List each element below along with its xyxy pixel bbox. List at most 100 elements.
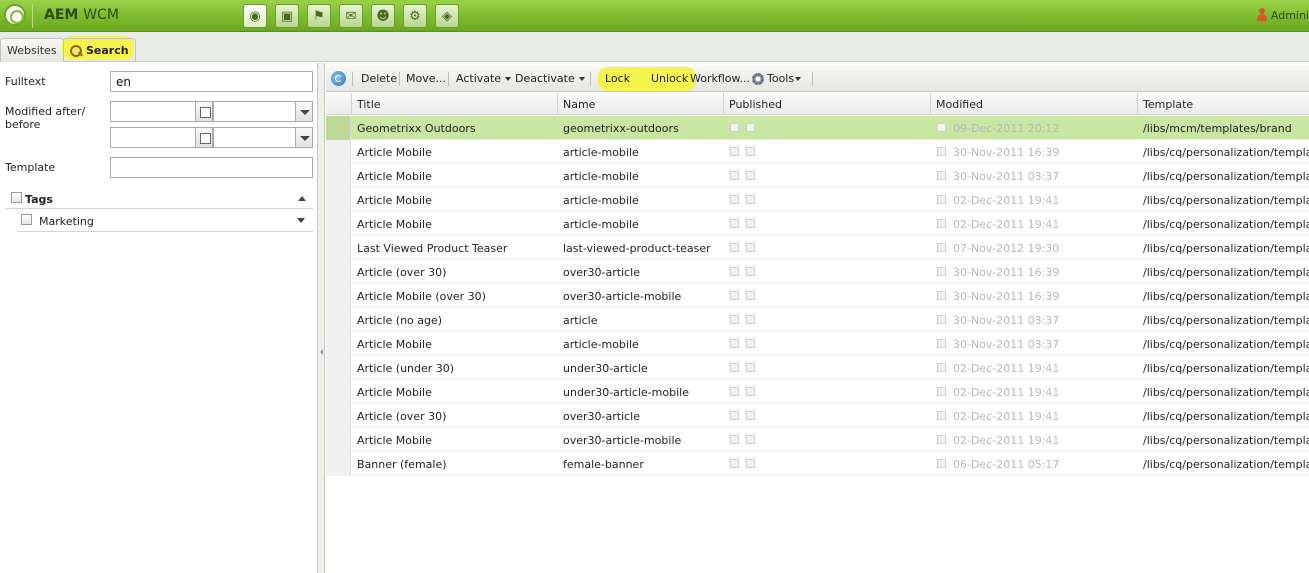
row-handle[interactable]	[326, 332, 351, 356]
chevron-down-icon[interactable]	[295, 101, 313, 122]
row-handle[interactable]	[326, 308, 351, 332]
row-handle[interactable]	[326, 356, 351, 380]
row-handle[interactable]	[326, 212, 351, 236]
row-handle[interactable]	[326, 260, 351, 284]
lock-button[interactable]: Lock	[605, 72, 630, 85]
digital-assets-icon[interactable]: ▣	[275, 4, 299, 28]
table-row[interactable]: Banner (female) female-banner 06-Dec-2011 …	[326, 452, 1309, 476]
table-row[interactable]: Article (over 30) over30-article 02-Dec-20…	[326, 404, 1309, 428]
calendar-icon[interactable]	[195, 127, 213, 148]
modified-status-icon	[937, 339, 946, 348]
move-button[interactable]: Move...	[406, 72, 446, 85]
modified-status-icon	[937, 171, 946, 180]
table-row[interactable]: Article Mobile article-mobile 30-Nov-2011 …	[326, 332, 1309, 356]
cell-template: /libs/cq/personalization/templates/	[1143, 266, 1309, 279]
cell-modified: 30-Nov-2011 16:39	[931, 140, 1138, 164]
row-handle[interactable]	[326, 116, 351, 140]
cell-template: /libs/cq/personalization/templates/	[1143, 242, 1309, 255]
marketing-checkbox[interactable]	[21, 214, 32, 225]
divider	[448, 72, 449, 86]
modified-before-time-input[interactable]	[213, 127, 296, 148]
users-icon[interactable]: ☻	[371, 4, 395, 28]
row-handle[interactable]	[326, 404, 351, 428]
tagging-icon[interactable]: ◈	[435, 4, 459, 28]
row-handle[interactable]	[326, 428, 351, 452]
tools-menu-button[interactable]: Tools	[752, 72, 802, 85]
refresh-icon[interactable]	[331, 71, 346, 86]
table-row[interactable]: Article Mobile (over 30) over30-article-m…	[326, 284, 1309, 308]
campaigns-icon[interactable]: ⚑	[307, 4, 331, 28]
table-row[interactable]: Article Mobile under30-article-mobile 02-D…	[326, 380, 1309, 404]
tools-icon[interactable]: ⚙	[403, 4, 427, 28]
table-row[interactable]: Article Mobile article-mobile 02-Dec-2011 …	[326, 188, 1309, 212]
delete-button[interactable]: Delete	[361, 72, 397, 85]
workflow-button[interactable]: Workflow...	[690, 72, 750, 85]
cell-title: Article (no age)	[357, 314, 443, 327]
aem-logo-icon[interactable]	[4, 4, 26, 26]
modified-after-time-input[interactable]	[213, 101, 296, 122]
column-header-published[interactable]: Published	[724, 93, 931, 115]
modified-status-icon	[937, 267, 946, 276]
calendar-icon[interactable]	[195, 101, 213, 122]
tags-checkbox[interactable]	[11, 192, 22, 203]
table-row[interactable]: Article Mobile over30-article-mobile 02-De…	[326, 428, 1309, 452]
row-handle[interactable]	[326, 188, 351, 212]
row-handle[interactable]	[326, 380, 351, 404]
table-row[interactable]: Article (under 30) under30-article 02-Dec-…	[326, 356, 1309, 380]
panel-splitter[interactable]	[318, 63, 325, 573]
table-row[interactable]: Article (no age) article 30-Nov-2011 03:37…	[326, 308, 1309, 332]
cell-template: /libs/cq/personalization/templates/	[1143, 386, 1309, 399]
column-header-title[interactable]: Title	[352, 93, 558, 115]
modified-before-date-input[interactable]	[110, 127, 196, 148]
row-handle[interactable]	[326, 452, 351, 476]
collapse-icon[interactable]	[298, 196, 306, 201]
cell-name: female-banner	[563, 458, 644, 471]
table-row[interactable]: Article Mobile article-mobile 02-Dec-2011 …	[326, 212, 1309, 236]
table-row[interactable]: Article Mobile article-mobile 30-Nov-2011 …	[326, 140, 1309, 164]
chevron-down-icon[interactable]	[295, 127, 313, 148]
column-header-template[interactable]: Template	[1138, 93, 1309, 115]
row-handle[interactable]	[326, 164, 351, 188]
published-status-icon	[746, 411, 755, 420]
activate-button[interactable]: Activate	[456, 72, 512, 85]
inbox-icon[interactable]: ✉	[339, 4, 363, 28]
published-status-icon	[746, 147, 755, 156]
template-input[interactable]	[110, 157, 313, 178]
cell-title: Article (over 30)	[357, 410, 447, 423]
cell-name: article-mobile	[563, 338, 639, 351]
published-status-icon	[730, 267, 739, 276]
websites-icon[interactable]: ◉	[243, 4, 267, 28]
cell-name: last-viewed-product-teaser	[563, 242, 711, 255]
tags-header[interactable]: Tags	[5, 191, 313, 209]
modified-after-date-input[interactable]	[110, 101, 196, 122]
cell-template: /libs/mcm/templates/brand	[1143, 122, 1292, 135]
cell-template: /libs/cq/personalization/templates/	[1143, 170, 1309, 183]
table-row[interactable]: Article (over 30) over30-article 30-Nov-20…	[326, 260, 1309, 284]
nav-icons: ◉ ▣ ⚑ ✉ ☻ ⚙ ◈	[243, 4, 459, 28]
tab-search[interactable]: Search	[63, 38, 136, 62]
user-menu[interactable]: Admini	[1256, 8, 1309, 22]
tag-item-marketing[interactable]: Marketing	[17, 210, 313, 232]
published-status-icon	[730, 339, 739, 348]
column-header-modified[interactable]: Modified	[931, 93, 1138, 115]
row-handle[interactable]	[326, 236, 351, 260]
modified-status-icon	[937, 291, 946, 300]
published-status-icon	[730, 291, 739, 300]
modified-status-icon	[937, 243, 946, 252]
tab-websites[interactable]: Websites	[0, 38, 64, 62]
cell-published	[724, 404, 931, 428]
row-handle[interactable]	[326, 284, 351, 308]
published-status-icon	[746, 387, 755, 396]
search-panel: Fulltext en Modified after/ before Templ…	[0, 63, 318, 573]
deactivate-button[interactable]: Deactivate	[515, 72, 585, 85]
unlock-button[interactable]: Unlock	[651, 72, 688, 85]
table-row[interactable]: Last Viewed Product Teaser last-viewed-pr…	[326, 236, 1309, 260]
table-row[interactable]: Article Mobile article-mobile 30-Nov-2011 …	[326, 164, 1309, 188]
row-handle[interactable]	[326, 140, 351, 164]
expand-icon[interactable]	[297, 218, 305, 223]
published-status-icon	[746, 171, 755, 180]
column-header-name[interactable]: Name	[558, 93, 724, 115]
fulltext-input[interactable]: en	[110, 71, 313, 92]
cell-published	[724, 236, 931, 260]
table-row[interactable]: Geometrixx Outdoors geometrixx-outdoors 09…	[326, 116, 1309, 140]
